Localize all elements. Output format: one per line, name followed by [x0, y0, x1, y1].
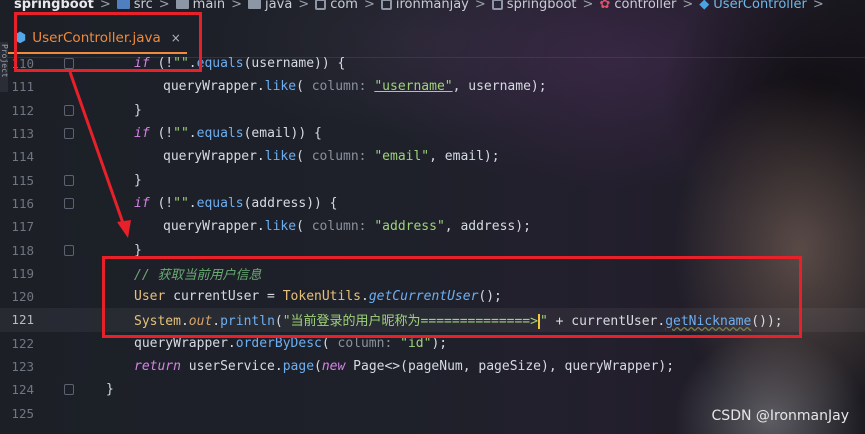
watermark: CSDN @IronmanJay [711, 408, 849, 424]
annotation-arrow [68, 71, 131, 238]
